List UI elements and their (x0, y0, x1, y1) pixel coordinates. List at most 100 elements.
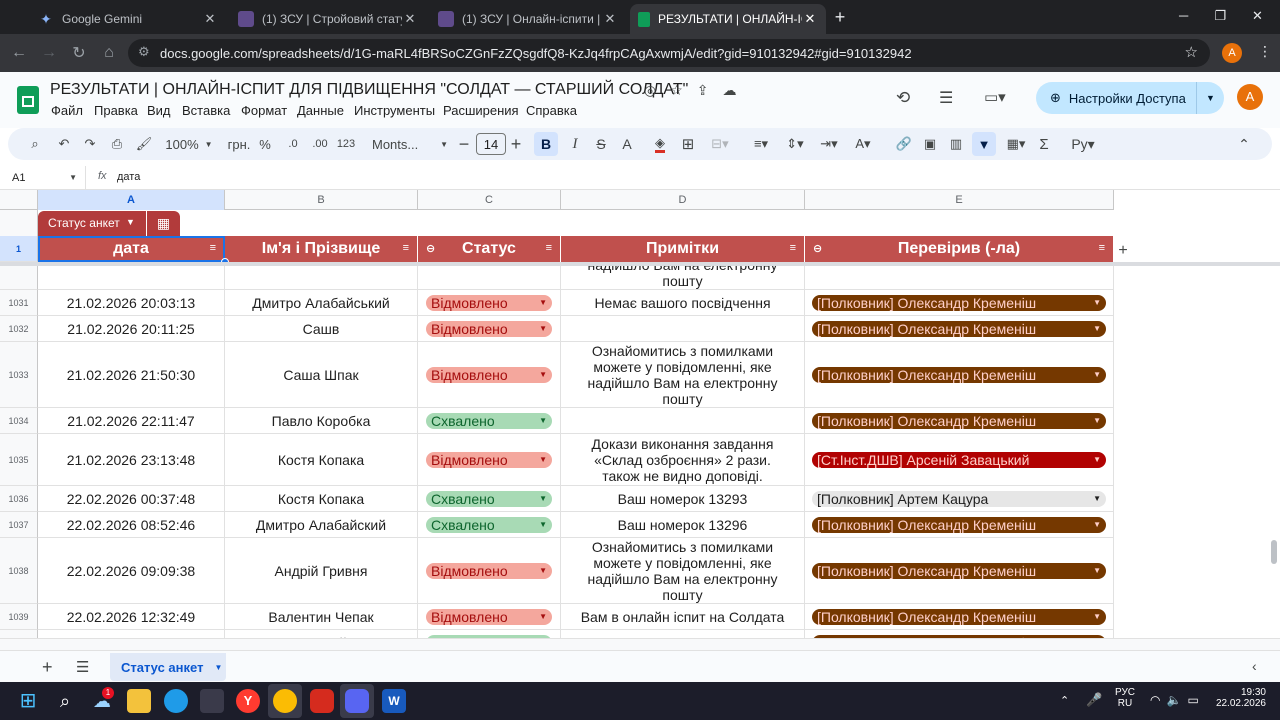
font-select[interactable]: Monts... ▼ (372, 128, 448, 160)
column-filter-icon[interactable]: ≡ (546, 242, 552, 254)
date-cell[interactable]: 22.02.2026 12:44:15 (38, 630, 225, 638)
status-cell[interactable]: Схвалено▼ (418, 408, 561, 434)
filter-views-icon[interactable]: ▦▾ (1000, 128, 1032, 160)
name-cell[interactable]: Саша Чайок (225, 630, 418, 638)
name-cell[interactable]: Андрій Гривня (225, 538, 418, 604)
status-dropdown-chip[interactable]: Відмовлено ▼ (426, 294, 552, 311)
yandex-icon[interactable]: Y (236, 689, 260, 713)
date-cell[interactable]: 22.02.2026 08:52:46 (38, 512, 225, 538)
row-number[interactable]: 1035 (0, 434, 38, 486)
column-filter-icon[interactable]: ≡ (210, 242, 216, 254)
microphone-icon[interactable]: 🎤 (1086, 692, 1102, 708)
menu-extensions[interactable]: Расширения (443, 103, 519, 118)
insert-link-icon[interactable]: 🔗 (892, 128, 916, 160)
name-cell[interactable]: Сашв (225, 316, 418, 342)
checker-dropdown-chip[interactable]: [Полковник] Олександр Кременіш ▼ (812, 516, 1106, 533)
checker-cell[interactable]: [Полковник] Артем Кацура ▼ (805, 486, 1114, 512)
merge-cells-icon[interactable]: ⊟▾ (704, 128, 736, 160)
sheet-tab-status[interactable]: Статус анкет ▼ (110, 653, 226, 681)
checker-dropdown-chip[interactable]: [Полковник] Олександр Кременіш ▼ (812, 562, 1106, 579)
account-avatar[interactable]: A (1237, 84, 1263, 110)
checker-dropdown-chip[interactable]: [Полковник] Олександр Кременіш ▼ (812, 412, 1106, 429)
windows-start-icon[interactable]: ⊞ (16, 689, 40, 713)
table-name-chip[interactable]: Статус анкет ▼ ▦ (38, 211, 180, 236)
horizontal-align-icon[interactable]: ≡▾ (746, 128, 776, 160)
status-dropdown-chip[interactable]: Схвалено ▼ (426, 412, 552, 429)
checker-dropdown-chip[interactable]: [Полковник] Олександр Кременіш ▼ (812, 294, 1106, 311)
row-number[interactable]: 1032 (0, 316, 38, 342)
search-menus-icon[interactable]: ⌕ (22, 128, 48, 160)
note-cell[interactable]: Ваш номерок 13296 (561, 512, 805, 538)
table-menu-icon[interactable]: ▦ (146, 211, 180, 236)
url-bar[interactable]: ⚙ docs.google.com/spreadsheets/d/1G-maRL… (128, 39, 1210, 67)
row-number[interactable]: 1040 (0, 630, 38, 638)
date-cell[interactable]: 22.02.2026 09:09:38 (38, 538, 225, 604)
name-box[interactable]: A1 ▼ (0, 166, 86, 189)
store-icon[interactable] (200, 689, 224, 713)
checker-cell[interactable]: [Полковник] Олександр Кременіш▼ (805, 630, 1114, 638)
forward-arrow-icon[interactable]: → (34, 38, 64, 68)
formula-input[interactable]: дата (117, 171, 140, 183)
tray-chevron-icon[interactable]: ⌃ (1060, 694, 1069, 707)
column-header-c[interactable]: C (418, 190, 561, 210)
note-cell[interactable]: Немає вашого посвідчення (561, 290, 805, 316)
column-filter-icon[interactable]: ≡ (790, 242, 796, 254)
italic-button[interactable]: I (564, 128, 586, 160)
document-title[interactable]: РЕЗУЛЬТАТИ | ОНЛАЙН-ІСПИТ ДЛЯ ПІДВИЩЕННЯ… (50, 81, 688, 99)
name-cell[interactable]: Валентин Чепак (225, 604, 418, 630)
name-cell[interactable]: Саша Шпак (225, 342, 418, 408)
column-header-a[interactable]: A (38, 190, 225, 210)
name-cell[interactable]: Дмитро Алабайский (225, 512, 418, 538)
share-dropdown-icon[interactable]: ▼ (1196, 82, 1224, 114)
status-cell[interactable]: Схвалено▼ (418, 630, 561, 638)
app-icon[interactable] (310, 689, 334, 713)
strikethrough-button[interactable]: S (590, 128, 612, 160)
status-dropdown-chip[interactable]: Схвалено ▼ (426, 516, 552, 533)
checker-cell[interactable]: [Полковник] Олександр Кременіш▼ (805, 604, 1114, 630)
checker-cell[interactable]: [Полковник] Олександр Кременіш▼ (805, 538, 1114, 604)
date-cell[interactable]: 21.02.2026 21:50:30 (38, 342, 225, 408)
status-dropdown-chip[interactable]: Відмовлено ▼ (426, 562, 552, 579)
note-cell[interactable]: Ваш номерок - 13297 (561, 630, 805, 638)
menu-help[interactable]: Справка (526, 103, 577, 118)
status-cell[interactable]: Відмовлено ▼ (418, 604, 561, 630)
font-size-decrease-icon[interactable]: − (456, 128, 472, 160)
browser-tab-gemini[interactable]: ✦ Google Gemini ✕ (30, 4, 226, 34)
sheets-logo-icon[interactable] (17, 86, 39, 114)
row-number[interactable]: 1031 (0, 290, 38, 316)
back-arrow-icon[interactable]: ← (4, 38, 34, 68)
note-cell[interactable]: Ознайомитись з помилками можете у повідо… (561, 538, 805, 604)
search-icon[interactable]: ⌕ (53, 689, 77, 713)
badge-icon[interactable]: ◎ (644, 82, 656, 99)
checker-dropdown-chip[interactable]: [Полковник] Артем Кацура ▼ (812, 490, 1106, 507)
status-cell[interactable]: Відмовлено ▼ (418, 290, 561, 316)
move-folder-icon[interactable]: ⇪ (697, 82, 709, 99)
comments-icon[interactable]: ☰ (939, 88, 953, 108)
clock[interactable]: 19:30 22.02.2026 (1204, 687, 1266, 709)
bookmark-star-icon[interactable]: ☆ (1185, 43, 1198, 61)
row-number[interactable]: 1038 (0, 538, 38, 604)
close-tab-icon[interactable]: ✕ (802, 11, 818, 27)
explore-collapse-icon[interactable]: ‹ (1252, 658, 1257, 674)
minimize-icon[interactable]: ─ (1179, 8, 1188, 26)
checker-dropdown-chip[interactable]: [Полковник] Олександр Кременіш ▼ (812, 608, 1106, 625)
note-cell[interactable]: надійшло Вам на електронну пошту (561, 266, 805, 290)
increase-decimal-button[interactable]: .00 (308, 128, 332, 160)
version-history-icon[interactable]: ⟲ (896, 88, 910, 108)
column-header-e[interactable]: E (805, 190, 1114, 210)
row-number[interactable]: 1036 (0, 486, 38, 512)
edge-icon[interactable] (164, 689, 188, 713)
date-cell[interactable]: 21.02.2026 20:11:25 (38, 316, 225, 342)
checker-cell[interactable]: [Ст.Інст.ДШВ] Арсеній Завацький ▼ (805, 434, 1114, 486)
menu-file[interactable]: Файл (51, 103, 83, 118)
checker-cell[interactable]: [Полковник] Олександр Кременіш▼ (805, 408, 1114, 434)
text-wrap-icon[interactable]: ⇥▾ (814, 128, 844, 160)
menu-edit[interactable]: Правка (94, 103, 138, 118)
column-filter-icon[interactable]: ≡ (1099, 242, 1105, 254)
add-sheet-icon[interactable]: + (42, 657, 53, 678)
text-color-button[interactable]: A (616, 128, 638, 160)
fill-color-icon[interactable]: ◈ (648, 128, 672, 160)
restore-icon[interactable]: ❐ (1214, 8, 1226, 26)
header-notes[interactable]: Примітки ≡ (561, 236, 805, 262)
bold-button[interactable]: B (534, 132, 558, 156)
